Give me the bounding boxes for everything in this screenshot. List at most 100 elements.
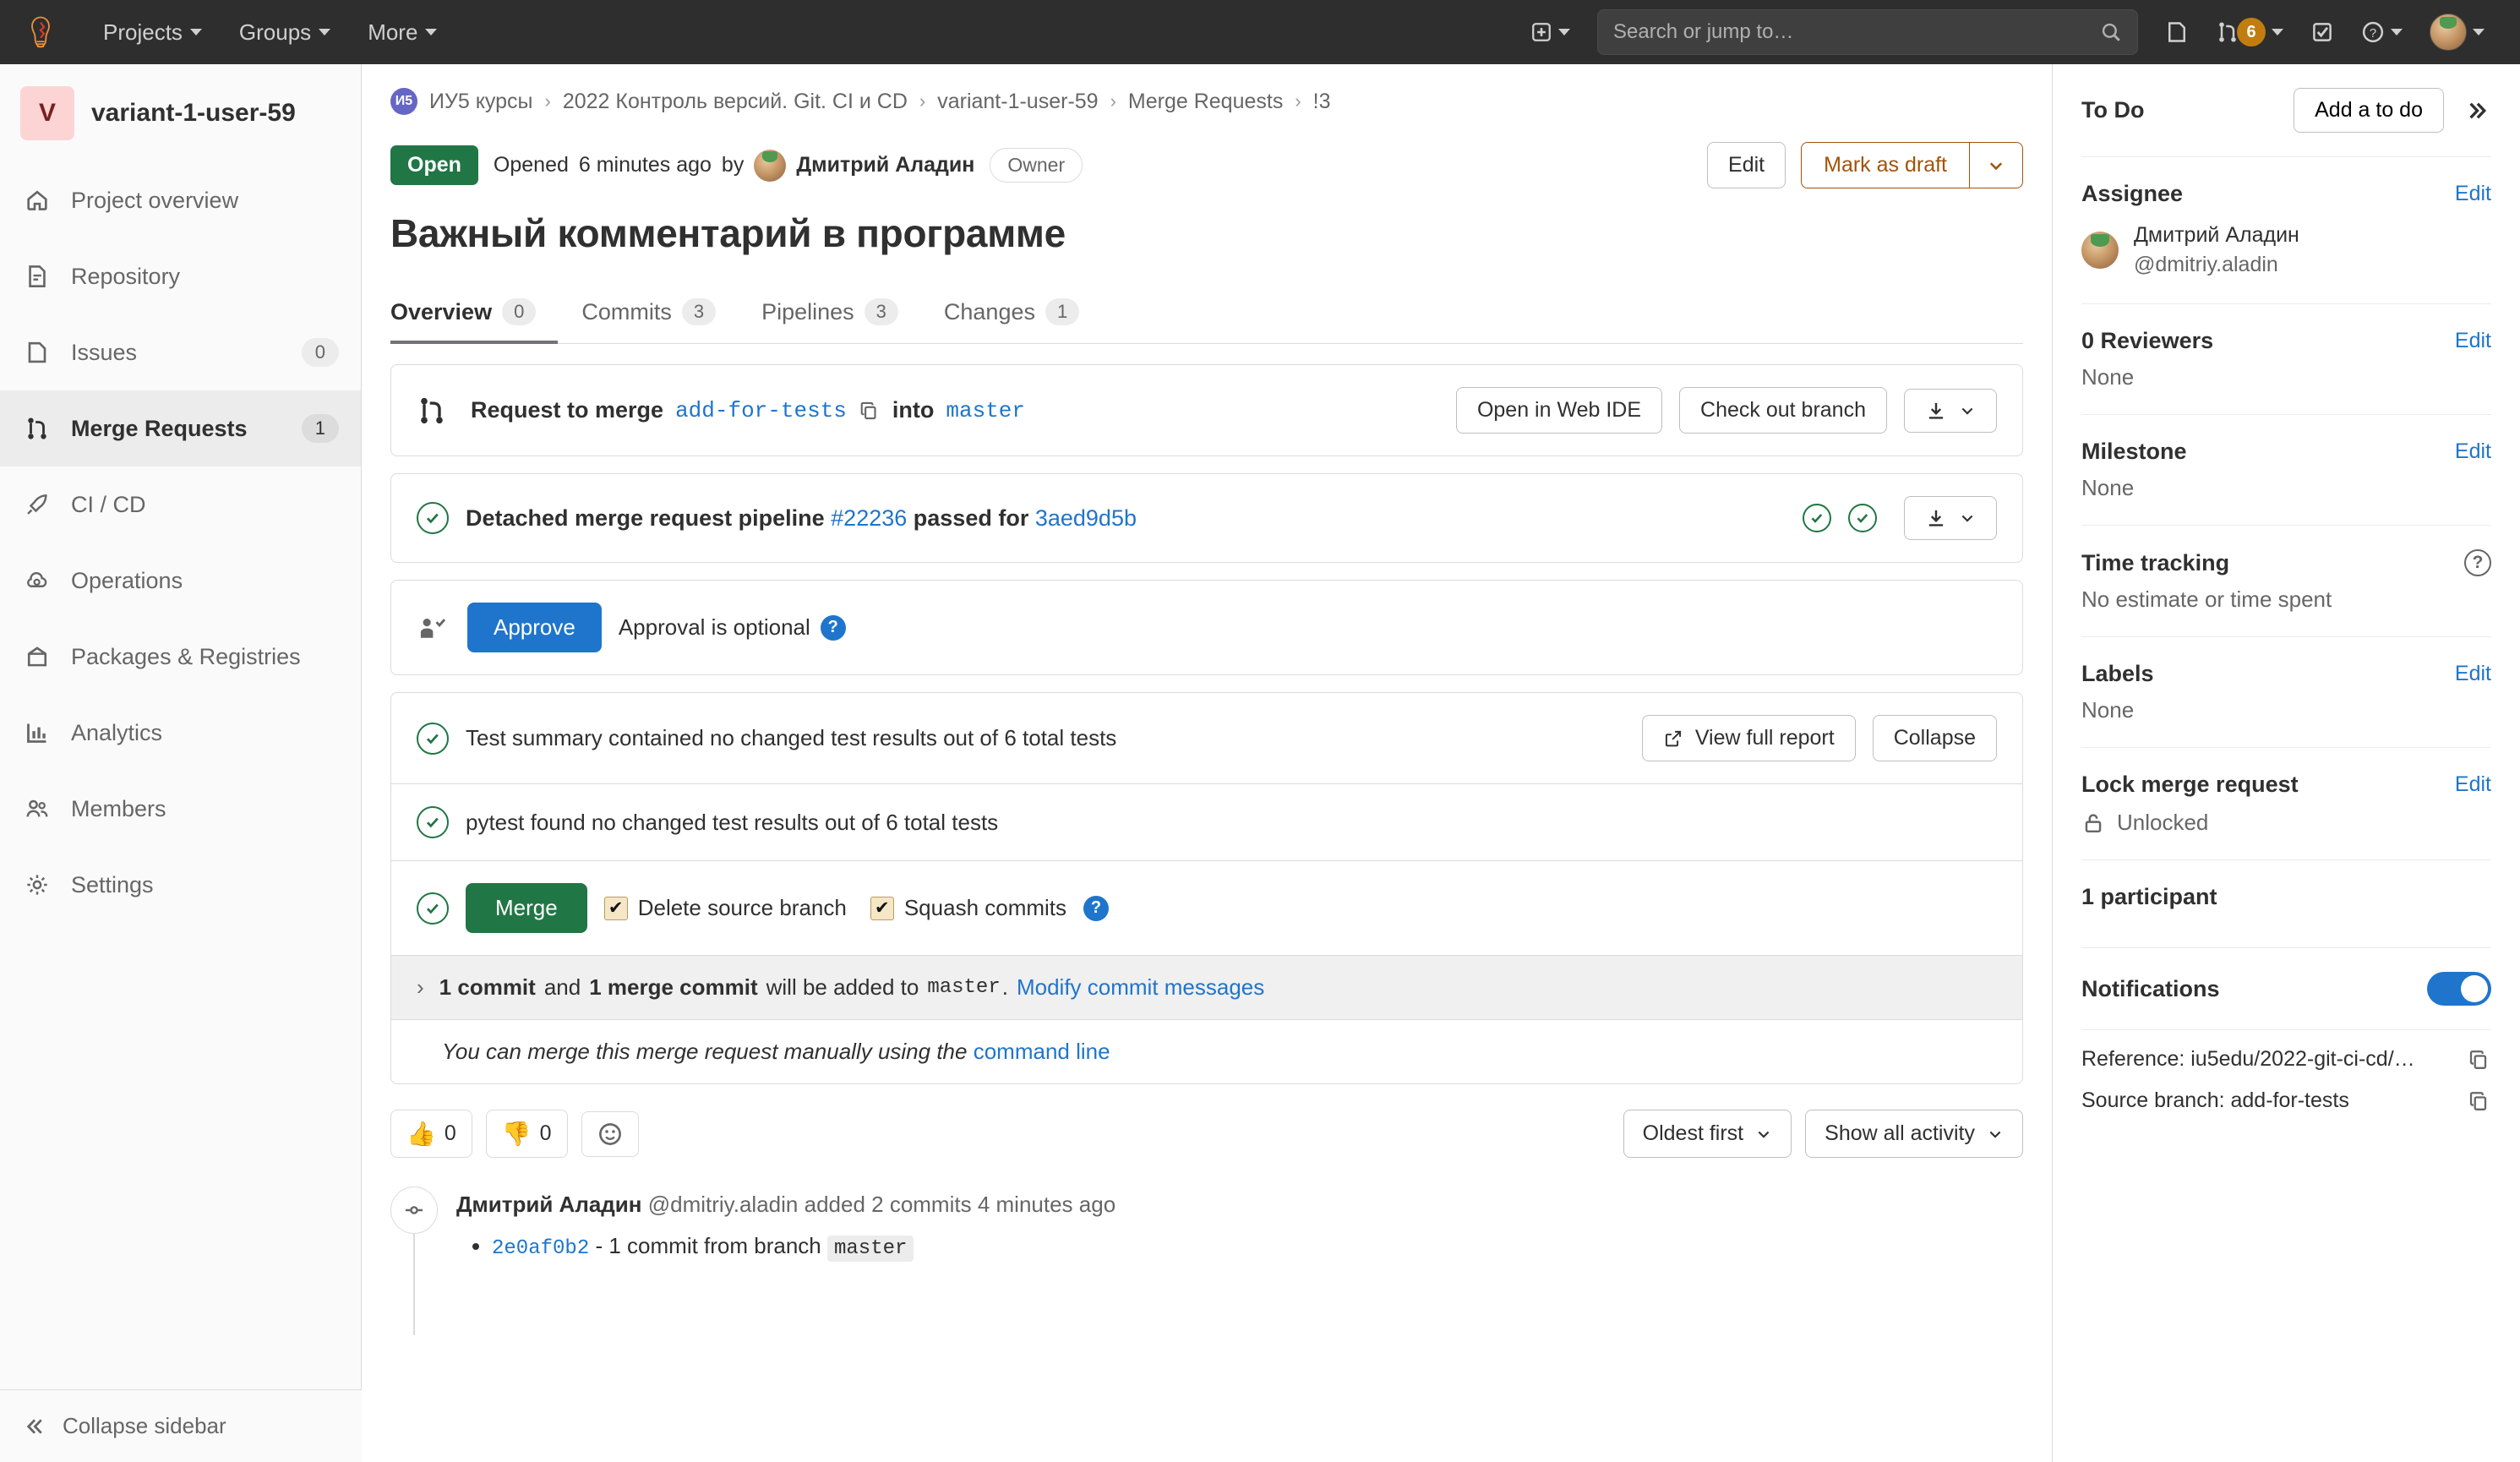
feed-author-username[interactable]: @dmitriy.aladin [648,1192,799,1217]
tab-overview[interactable]: Overview 0 [390,286,558,344]
pipeline-id-link[interactable]: #22236 [831,505,907,531]
mark-as-draft-button[interactable]: Mark as draft [1801,142,1970,188]
sidebar-item-issues[interactable]: Issues 0 [0,314,361,390]
author-avatar[interactable] [754,150,786,182]
edit-button[interactable]: Edit [1707,142,1786,188]
nav-groups[interactable]: Groups [221,0,349,64]
sort-order-dropdown[interactable]: Oldest first [1623,1110,1792,1158]
pipeline-stage-icon-1[interactable] [1803,504,1831,532]
sidebar-item-repository[interactable]: Repository [0,238,361,314]
lock-edit-link[interactable]: Edit [2455,772,2491,797]
command-line-link[interactable]: command line [974,1039,1110,1064]
commit-sha-link[interactable]: 2e0af0b2 [492,1237,589,1260]
help-question-icon[interactable]: ? [821,615,846,641]
add-todo-button[interactable]: Add a to do [2294,88,2444,133]
mark-as-draft-dropdown[interactable] [1970,142,2023,188]
source-branch-link[interactable]: add-for-tests [675,398,847,423]
tab-pipelines[interactable]: Pipelines 3 [761,286,920,344]
copy-to-clipboard-icon[interactable] [2468,1048,2491,1072]
sidebar-item-analytics[interactable]: Analytics [0,695,361,771]
thumbs-down-button[interactable]: 👎 0 [486,1110,568,1158]
merge-request-right-sidebar: To Do Add a to do Assignee Edit Дмитрий … [2052,64,2520,1462]
help-question-icon[interactable]: ? [1083,896,1109,921]
nav-more[interactable]: More [349,0,455,64]
thumbs-up-button[interactable]: 👍 0 [390,1110,472,1158]
add-reaction-button[interactable] [581,1111,639,1157]
copy-to-clipboard-icon[interactable] [859,400,881,422]
sidebar-project-header[interactable]: V variant-1-user-59 [0,64,361,162]
copy-to-clipboard-icon[interactable] [2468,1089,2491,1113]
chevron-down-icon [2272,29,2283,35]
pipeline-download-dropdown-button[interactable] [1904,496,1997,540]
sidebar-item-project-overview[interactable]: Project overview [0,162,361,238]
nav-projects[interactable]: Projects [85,0,221,64]
breadcrumb-item-merge-requests[interactable]: Merge Requests [1128,90,1283,114]
check-out-branch-button[interactable]: Check out branch [1679,387,1887,434]
open-in-web-ide-button[interactable]: Open in Web IDE [1456,387,1662,434]
chevron-double-right-icon[interactable] [2466,98,2491,123]
delete-source-branch-checkbox[interactable]: ✔ Delete source branch [604,895,847,921]
breadcrumb-item-project[interactable]: variant-1-user-59 [937,90,1098,114]
issues-shortcut[interactable] [2152,0,2202,64]
reviewers-edit-link[interactable]: Edit [2455,329,2491,353]
pipeline-stage-icon-2[interactable] [1848,504,1877,532]
breadcrumb-item-group[interactable]: ИУ5 курсы [429,90,533,114]
search-input[interactable] [1613,20,2100,44]
author-name[interactable]: Дмитрий Аладин [796,153,974,177]
merge-requests-shortcut[interactable]: 6 [2202,0,2297,64]
notifications-toggle[interactable] [2427,972,2491,1006]
assignee-user[interactable]: Дмитрий Аладин @dmitriy.aladin [2081,221,2491,280]
target-branch-link[interactable]: master [946,398,1025,423]
gitlab-logo-icon[interactable] [22,14,59,51]
nav-more-label: More [368,19,417,46]
view-full-report-button[interactable]: View full report [1642,715,1856,761]
check-circle-icon [417,723,449,755]
help-menu[interactable]: ? [2348,0,2416,64]
modify-commit-messages-link[interactable]: Modify commit messages [1017,974,1264,1001]
chevron-down-icon [1959,510,1976,526]
package-icon [22,644,52,669]
milestone-edit-link[interactable]: Edit [2455,439,2491,464]
tab-changes[interactable]: Changes 1 [944,286,1101,344]
chevron-right-icon: › [1295,90,1301,112]
chevron-down-icon [425,29,437,35]
breadcrumb: И5 ИУ5 курсы › 2022 Контроль версий. Git… [362,64,2052,127]
sidebar-item-settings[interactable]: Settings [0,847,361,923]
chevron-right-icon[interactable]: › [417,974,424,1001]
assignee-edit-link[interactable]: Edit [2455,182,2491,206]
create-new-button[interactable] [1517,0,1584,64]
collapse-test-summary-button[interactable]: Collapse [1873,715,1997,761]
feed-author-name[interactable]: Дмитрий Аладин [456,1192,642,1217]
help-question-icon[interactable]: ? [2464,549,2491,576]
home-icon [22,188,52,213]
tab-commits[interactable]: Commits 3 [581,286,738,344]
user-menu[interactable] [2416,0,2498,64]
merge-request-widgets: Request to merge add-for-tests into mast… [362,344,2052,1084]
sidebar-item-ci-cd[interactable]: CI / CD [0,466,361,543]
sidebar-item-members[interactable]: Members [0,771,361,847]
activity-filter-dropdown[interactable]: Show all activity [1805,1110,2023,1158]
merge-button[interactable]: Merge [466,883,587,933]
thumbs-down-count: 0 [540,1121,552,1146]
sidebar-item-merge-requests[interactable]: Merge Requests 1 [0,390,361,466]
download-dropdown-button[interactable] [1904,389,1997,433]
sidebar-item-operations[interactable]: Operations [0,543,361,619]
feed-action: added 2 commits [805,1192,972,1217]
global-search-box[interactable] [1597,9,2138,55]
sidebar-item-packages-registries[interactable]: Packages & Registries [0,619,361,695]
breadcrumb-item-mr-id[interactable]: !3 [1313,90,1331,114]
squash-commits-checkbox[interactable]: ✔ Squash commits [870,895,1066,921]
chevron-down-icon [1755,1126,1772,1143]
collapse-sidebar-button[interactable]: Collapse sidebar [0,1389,362,1462]
download-icon [1925,507,1947,529]
todos-shortcut[interactable] [2297,0,2348,64]
labels-edit-link[interactable]: Edit [2455,662,2491,686]
document-icon [22,264,52,289]
opened-prefix: Opened [494,153,569,177]
pipeline-sha-link[interactable]: 3aed9d5b [1035,505,1137,531]
approve-button[interactable]: Approve [467,603,602,652]
svg-text:?: ? [2370,27,2376,41]
breadcrumb-item-subgroup[interactable]: 2022 Контроль версий. Git. CI и CD [563,90,908,114]
activity-filter-label: Show all activity [1825,1121,1975,1146]
tab-count: 1 [1045,298,1079,325]
